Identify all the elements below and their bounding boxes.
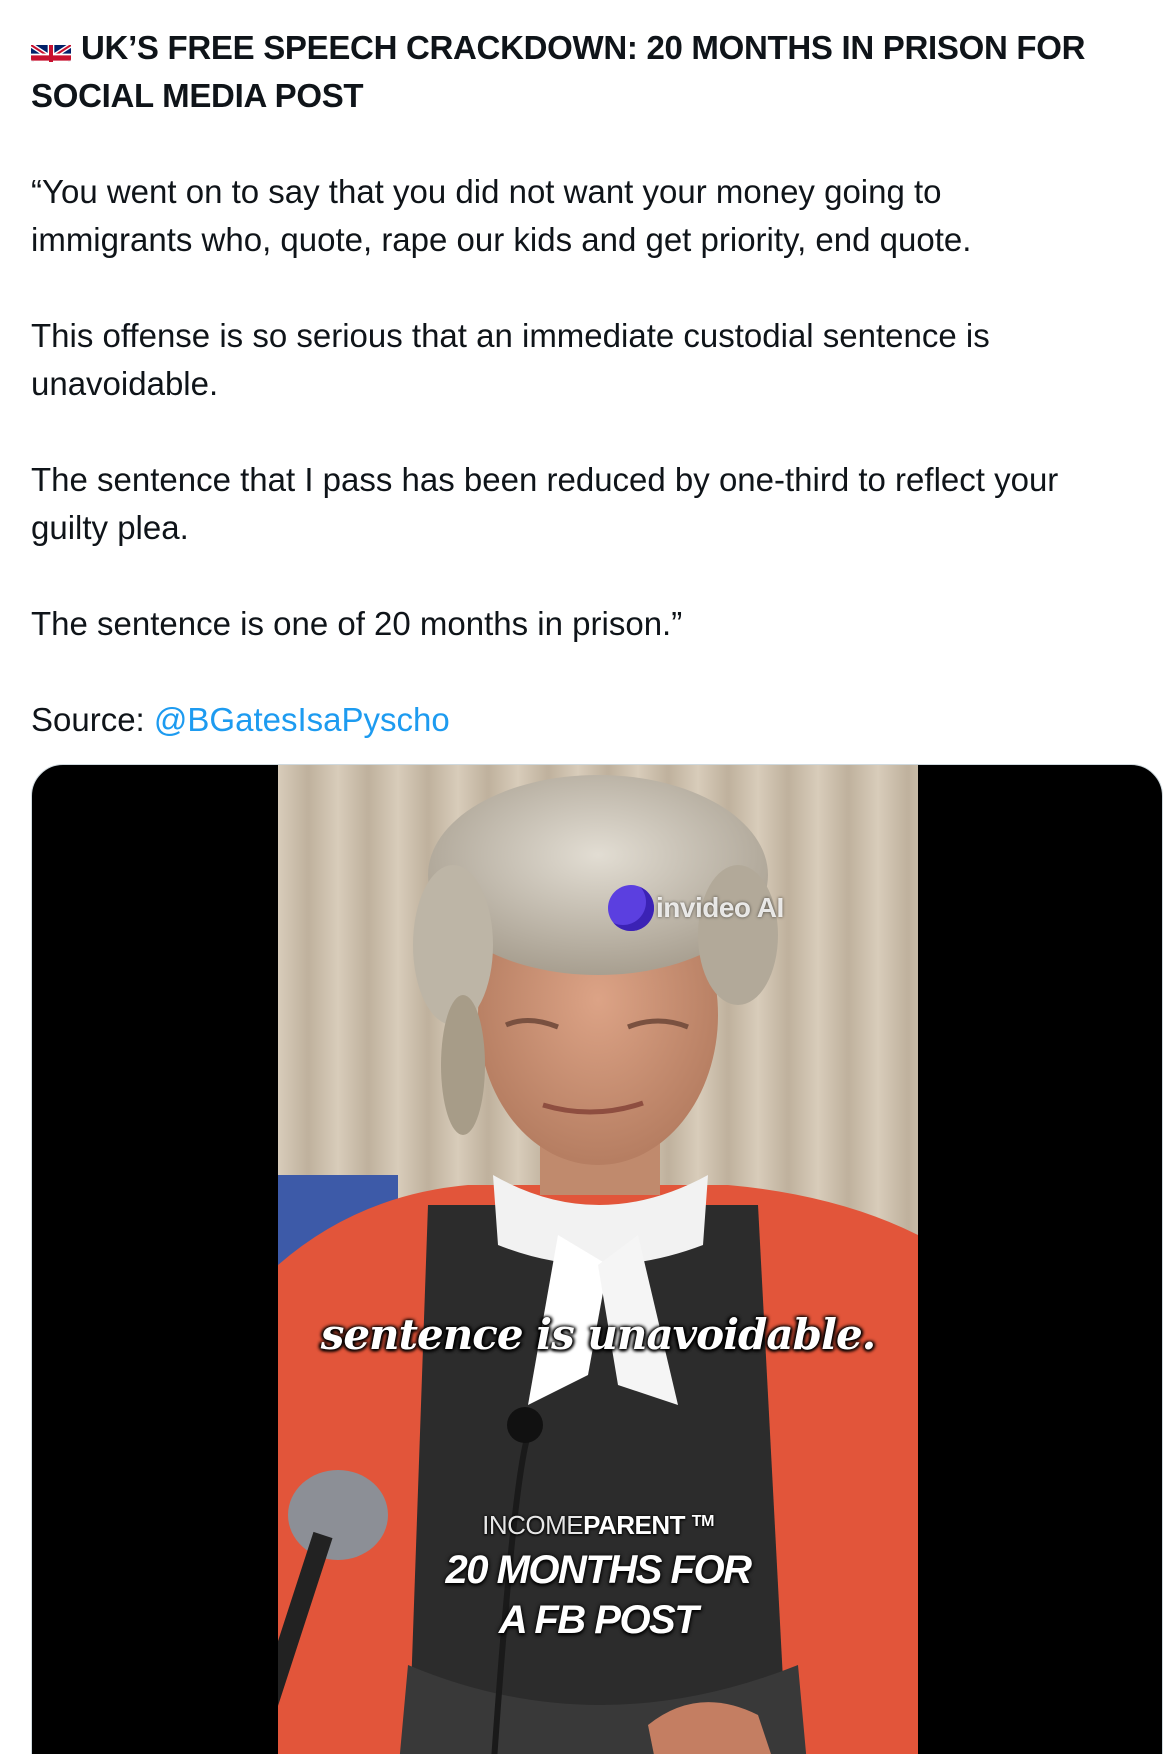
video-frame[interactable]: invideo AI sentence is unavoidable. INCO…	[278, 765, 918, 1754]
quote-paragraph-4: The sentence is one of 20 months in pris…	[31, 605, 683, 642]
headline-line-2: SOCIAL MEDIA POST	[31, 77, 364, 114]
invideo-logo-icon	[608, 885, 654, 931]
quote-paragraph-1: “You went on to say that you did not wan…	[31, 168, 1161, 264]
source-mention-link[interactable]: @BGatesIsaPyscho	[154, 701, 450, 738]
quote-3-line-2: guilty plea.	[31, 509, 189, 546]
invideo-watermark: invideo AI	[608, 885, 784, 931]
brand-tm: TM	[691, 1513, 715, 1530]
quote-1-line-1: “You went on to say that you did not wan…	[31, 173, 942, 210]
quote-2-line-2: unavoidable.	[31, 365, 219, 402]
quote-1-line-2: immigrants who, quote, rape our kids and…	[31, 221, 972, 258]
video-title-line-1: 20 MONTHS FOR	[445, 1548, 752, 1592]
quote-paragraph-3: The sentence that I pass has been reduce…	[31, 456, 1161, 552]
uk-flag-icon	[31, 36, 71, 62]
watermark-text: invideo AI	[656, 892, 784, 923]
source-line: Source: @BGatesIsaPyscho	[31, 696, 1161, 744]
quote-3-line-1: The sentence that I pass has been reduce…	[31, 461, 1059, 498]
video-player[interactable]: invideo AI sentence is unavoidable. INCO…	[31, 764, 1163, 1754]
brand-light-text: INCOME	[482, 1510, 584, 1540]
source-label: Source:	[31, 701, 145, 738]
quote-2-line-1: This offense is so serious that an immed…	[31, 317, 990, 354]
tweet-headline: UK’S FREE SPEECH CRACKDOWN: 20 MONTHS IN…	[31, 24, 1161, 120]
tweet-text: UK’S FREE SPEECH CRACKDOWN: 20 MONTHS IN…	[31, 24, 1161, 744]
video-title-line-2: A FB POST	[498, 1598, 699, 1642]
brand-logo: INCOMEPARENT TM	[278, 1510, 918, 1541]
headline-line-1: UK’S FREE SPEECH CRACKDOWN: 20 MONTHS IN…	[81, 29, 1086, 66]
quote-paragraph-2: This offense is so serious that an immed…	[31, 312, 1161, 408]
brand-bold-text: PARENT	[583, 1510, 686, 1540]
video-caption: sentence is unavoidable.	[320, 1310, 877, 1359]
video-title-overlay: 20 MONTHS FOR A FB POST	[278, 1545, 918, 1645]
